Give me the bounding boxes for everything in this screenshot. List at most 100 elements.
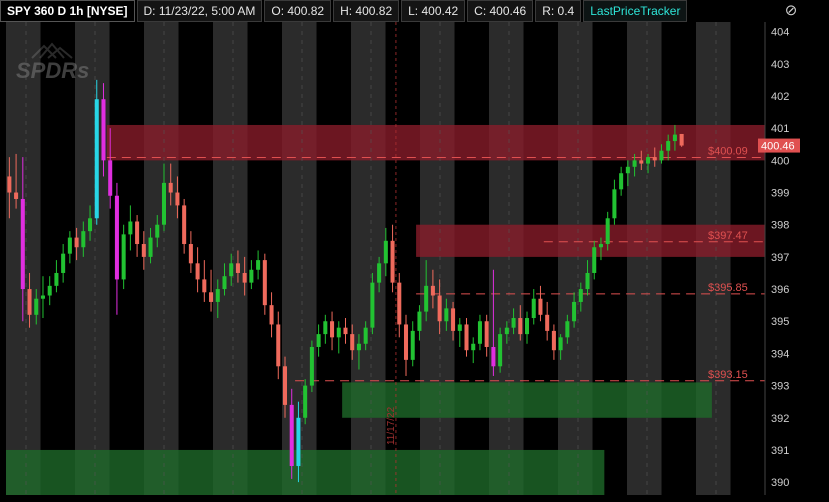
candle-body — [61, 253, 66, 273]
level-label: $395.85 — [708, 282, 748, 294]
candle-body — [175, 192, 180, 206]
candle-body — [383, 240, 388, 264]
chart-area[interactable]: 11/17/22 $400.09 $397.47 $395.85 $393.15 40… — [0, 0, 829, 497]
candle-body — [484, 321, 489, 347]
y-tick-label: 390 — [771, 477, 789, 489]
candle-body — [444, 308, 449, 322]
candle-body — [625, 166, 630, 174]
candle-body — [430, 285, 435, 296]
candle-body — [289, 404, 294, 467]
candle-body — [316, 334, 321, 347]
candle — [303, 379, 308, 425]
candle-body — [477, 321, 482, 344]
candle-body — [531, 298, 536, 319]
session-band — [420, 22, 455, 495]
candle-body — [256, 260, 261, 270]
candle-body — [209, 292, 214, 302]
price-axis: 404 403 402 401 400 399 398 397 396 395 394 393 392 3… — [758, 22, 829, 495]
level-label: $393.15 — [708, 369, 748, 381]
candle-body — [54, 272, 59, 286]
candle-body — [565, 321, 570, 338]
last-price-label: 400.46 — [761, 141, 795, 153]
candle-body — [646, 157, 651, 164]
candle-body — [350, 334, 355, 351]
candle-body — [598, 244, 603, 248]
candle-body — [262, 260, 267, 306]
candle-body — [370, 282, 375, 328]
candle-body — [424, 285, 429, 312]
candle-body — [276, 324, 281, 367]
level-label: $397.47 — [708, 230, 748, 242]
candle-body — [545, 314, 550, 331]
candle-body — [666, 141, 671, 151]
y-tick-label: 397 — [771, 252, 789, 264]
candle-body — [81, 231, 86, 248]
candle-body — [639, 160, 644, 164]
candle-body — [457, 324, 462, 331]
y-tick-label: 396 — [771, 284, 789, 296]
y-tick-label: 394 — [771, 348, 789, 360]
candle-body — [679, 133, 684, 146]
session-band — [109, 22, 144, 495]
candle-body — [94, 99, 99, 219]
candle-body — [632, 160, 637, 167]
candle-body — [296, 417, 301, 467]
candle-body — [619, 173, 624, 190]
session-band — [316, 22, 351, 495]
candle-body — [330, 321, 335, 338]
session-band — [696, 22, 731, 495]
candle-body — [524, 318, 530, 335]
candle-body — [141, 244, 146, 257]
candle — [679, 133, 684, 147]
candle-body — [235, 263, 240, 273]
candle-body — [215, 289, 220, 302]
spdr-logo: SPDRs — [16, 42, 89, 83]
candle-body — [612, 189, 617, 219]
low-value: L: 400.42 — [401, 0, 466, 22]
candle-body — [437, 295, 442, 322]
session-band — [627, 22, 662, 495]
range-value: R: 0.4 — [535, 0, 582, 22]
y-tick-label: 398 — [771, 220, 789, 232]
candle-body — [101, 99, 106, 161]
candle-body — [202, 279, 207, 293]
candle-body — [491, 346, 496, 367]
candle-body — [417, 311, 422, 331]
candle-body — [114, 195, 119, 280]
candle-body — [403, 324, 409, 360]
symbol-label[interactable]: SPY 360 D 1h [NYSE] — [0, 0, 135, 22]
zone-support — [342, 382, 712, 418]
candle-body — [538, 298, 543, 315]
session-band — [178, 22, 213, 495]
candle-body — [182, 205, 187, 245]
candle-body — [410, 330, 415, 360]
y-tick-label: 401 — [771, 123, 789, 135]
candle-body — [27, 289, 32, 315]
candle-body — [592, 247, 597, 273]
candle-body — [242, 272, 247, 283]
candle-body — [135, 221, 140, 245]
candle — [94, 79, 99, 225]
y-tick-label: 392 — [771, 413, 789, 425]
candle-body — [128, 221, 133, 235]
session-band — [661, 22, 696, 495]
candle-body — [222, 276, 227, 290]
candle-body — [363, 327, 368, 344]
level-label: $400.09 — [708, 145, 748, 157]
candle-body — [168, 182, 173, 193]
candle-body — [323, 321, 328, 335]
close-icon[interactable]: ⊘ — [783, 3, 799, 19]
zone-support — [6, 449, 605, 495]
candle-body — [464, 324, 469, 351]
candle-body — [282, 366, 288, 405]
y-tick-label: 393 — [771, 381, 789, 393]
candle-body — [303, 385, 308, 418]
candle-body — [195, 263, 200, 280]
candle-body — [161, 182, 167, 225]
study-label[interactable]: LastPriceTracker — [583, 0, 688, 22]
bar-date: D: 11/23/22, 5:00 AM — [136, 0, 263, 22]
candle-body — [14, 192, 19, 199]
price-chart[interactable]: 11/17/22 $400.09 $397.47 $395.85 $393.15 40… — [0, 0, 829, 497]
candle-body — [451, 308, 456, 331]
candle-body — [309, 346, 314, 386]
